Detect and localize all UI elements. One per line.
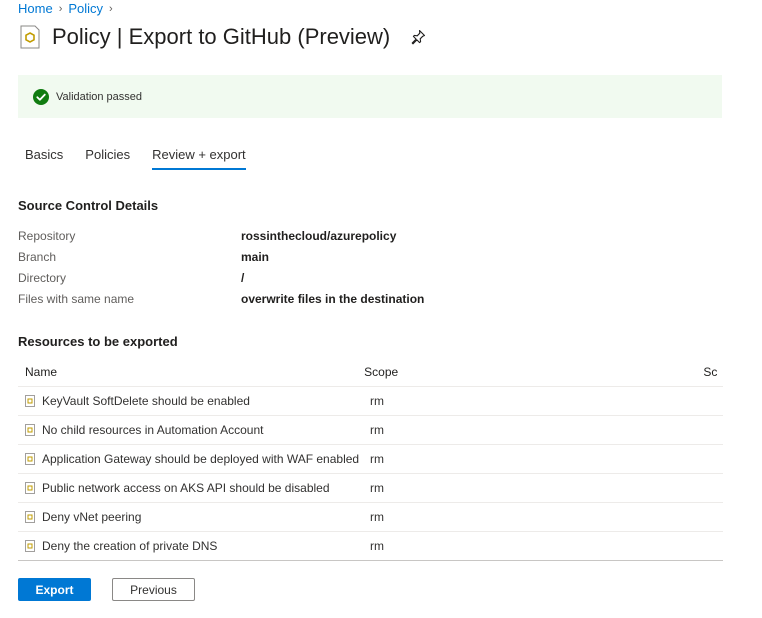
source-control-details: Repository rossinthecloud/azurepolicy Br…: [18, 225, 618, 309]
tab-basics[interactable]: Basics: [25, 147, 63, 168]
previous-button[interactable]: Previous: [112, 578, 195, 601]
policy-icon: [20, 25, 40, 49]
resource-name: Deny vNet peering: [42, 510, 142, 524]
policy-definition-icon: [25, 453, 35, 465]
resource-name-cell: Deny vNet peering: [18, 510, 370, 524]
breadcrumb-home[interactable]: Home: [18, 1, 53, 16]
policy-definition-icon: [25, 395, 35, 407]
pin-icon[interactable]: [410, 29, 426, 45]
resource-name-cell: KeyVault SoftDelete should be enabled: [18, 394, 370, 408]
column-header-truncated[interactable]: Sc: [703, 365, 723, 379]
resource-name: Application Gateway should be deployed w…: [42, 452, 360, 466]
detail-value: main: [241, 249, 270, 264]
resource-scope: rm: [370, 539, 384, 553]
resource-name-cell: No child resources in Automation Account: [18, 423, 370, 437]
page-header: Policy | Export to GitHub (Preview): [18, 24, 426, 50]
table-row: KeyVault SoftDelete should be enabled rm: [18, 387, 723, 416]
page-title: Policy | Export to GitHub (Preview): [52, 24, 391, 49]
resource-scope: rm: [370, 452, 384, 466]
table-row: Public network access on AKS API should …: [18, 474, 723, 503]
policy-definition-icon: [25, 540, 35, 552]
source-control-heading: Source Control Details: [18, 198, 159, 213]
policy-definition-icon: [25, 482, 35, 494]
detail-row-repository: Repository rossinthecloud/azurepolicy: [18, 225, 618, 246]
column-header-scope[interactable]: Scope: [364, 365, 703, 379]
resources-heading: Resources to be exported: [18, 334, 178, 349]
detail-row-directory: Directory /: [18, 267, 618, 288]
policy-definition-icon: [25, 424, 35, 436]
detail-row-branch: Branch main: [18, 246, 618, 267]
detail-label: Branch: [18, 249, 57, 264]
table-row: Deny the creation of private DNS rm: [18, 532, 723, 560]
resource-name-cell: Application Gateway should be deployed w…: [18, 452, 370, 466]
resource-name: No child resources in Automation Account: [42, 423, 264, 437]
breadcrumb-policy[interactable]: Policy: [68, 1, 103, 16]
resource-scope: rm: [370, 481, 384, 495]
detail-label: Files with same name: [18, 291, 135, 306]
tab-policies[interactable]: Policies: [85, 147, 130, 168]
chevron-right-icon: ›: [58, 2, 63, 15]
resource-name: Deny the creation of private DNS: [42, 539, 218, 553]
tab-review-export[interactable]: Review + export: [152, 147, 246, 170]
detail-value: overwrite files in the destination: [241, 291, 425, 306]
table-body: KeyVault SoftDelete should be enabled rm N…: [18, 387, 723, 560]
table-row: Deny vNet peering rm: [18, 503, 723, 532]
resource-name: Public network access on AKS API should …: [42, 481, 330, 495]
validation-text: Validation passed: [56, 90, 143, 103]
resources-table: Name Scope Sc KeyVault SoftDelete should…: [18, 358, 723, 560]
detail-row-files-same-name: Files with same name overwrite files in …: [18, 288, 618, 309]
resource-scope: rm: [370, 423, 384, 437]
footer-divider: [18, 560, 723, 561]
table-row: Application Gateway should be deployed w…: [18, 445, 723, 474]
breadcrumb: Home › Policy ›: [18, 1, 119, 16]
detail-label: Directory: [18, 270, 67, 285]
detail-label: Repository: [18, 228, 76, 243]
check-circle-icon: [33, 88, 49, 105]
export-button[interactable]: Export: [18, 578, 91, 601]
wizard-tabs: Basics Policies Review + export: [25, 147, 268, 170]
table-row: No child resources in Automation Account…: [18, 416, 723, 445]
resource-name-cell: Deny the creation of private DNS: [18, 539, 370, 553]
chevron-right-icon: ›: [109, 2, 113, 15]
detail-value: rossinthecloud/azurepolicy: [241, 228, 397, 243]
detail-value: /: [241, 270, 245, 285]
resource-scope: rm: [370, 394, 384, 408]
validation-banner: Validation passed: [18, 75, 722, 118]
policy-definition-icon: [25, 511, 35, 523]
resource-scope: rm: [370, 510, 384, 524]
table-header: Name Scope Sc: [18, 358, 723, 387]
resource-name: KeyVault SoftDelete should be enabled: [42, 394, 250, 408]
resource-name-cell: Public network access on AKS API should …: [18, 481, 370, 495]
column-header-name[interactable]: Name: [18, 365, 364, 379]
